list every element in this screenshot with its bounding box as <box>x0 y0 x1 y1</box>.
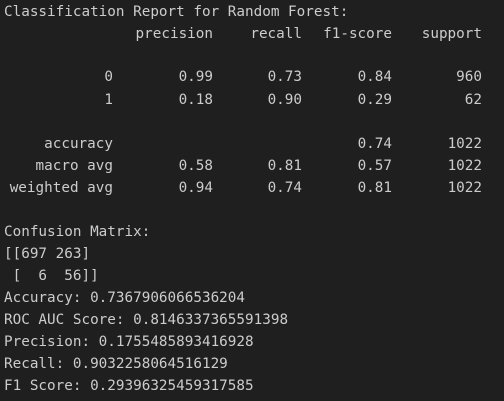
header-support: support <box>421 26 482 42</box>
metric-accuracy: Accuracy: 0.7367906066536204 <box>4 290 246 306</box>
row-support: 62 <box>464 92 482 108</box>
metric-precision: Precision: 0.1755485893416928 <box>4 334 254 350</box>
confusion-matrix-title: Confusion Matrix: <box>4 224 151 240</box>
confusion-matrix-row-1: [[697 263] <box>4 246 91 262</box>
row-support: 1022 <box>447 136 482 152</box>
metric-recall: Recall: 0.9032258064516129 <box>4 356 228 372</box>
confusion-matrix-row-2: [ 6 56]] <box>4 268 99 284</box>
row-support: 960 <box>456 69 482 85</box>
row-support: 1022 <box>447 158 482 174</box>
metric-roc-auc: ROC AUC Score: 0.8146337365591398 <box>4 312 289 328</box>
notebook-output-panel: Classification Report for Random Forest:… <box>0 0 504 401</box>
row-support: 1022 <box>447 180 482 196</box>
report-title: Classification Report for Random Forest: <box>4 4 349 20</box>
metric-f1-score: F1 Score: 0.29396325459317585 <box>4 378 254 394</box>
